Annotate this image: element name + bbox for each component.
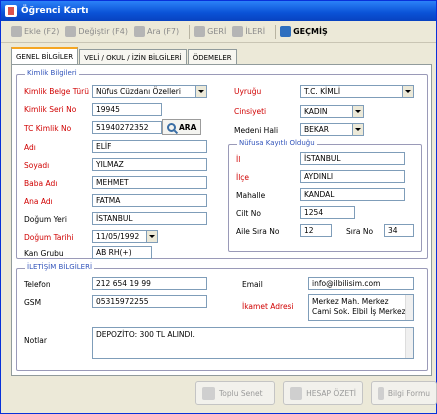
id-serial-label: Kimlik Seri No bbox=[24, 105, 77, 114]
arrow-right-icon bbox=[232, 26, 244, 37]
id-serial-field[interactable]: 19945 bbox=[92, 103, 162, 116]
gsm-field[interactable]: 05315972255 bbox=[92, 295, 207, 308]
birth-date-picker[interactable]: 11/05/1992 bbox=[92, 230, 158, 243]
phone-label: Telefon bbox=[24, 280, 51, 289]
search-icon bbox=[134, 26, 145, 37]
edit-button[interactable]: Değiştir (F4) bbox=[65, 26, 128, 37]
blood-type-field[interactable]: AB RH(+) bbox=[92, 246, 152, 259]
tab-parent-school-leave[interactable]: VELİ / OKUL / İZİN BİLGİLERİ bbox=[79, 49, 187, 65]
district-label: İlçe bbox=[236, 173, 250, 182]
document-icon bbox=[202, 386, 215, 400]
last-name-field[interactable]: YILMAZ bbox=[92, 158, 207, 171]
address-label: İkamet Adresi bbox=[242, 302, 294, 311]
district-field[interactable]: AYDINLI bbox=[300, 170, 405, 183]
mother-name-field[interactable]: FATMA bbox=[92, 194, 207, 207]
birth-place-label: Doğum Yeri bbox=[24, 215, 67, 224]
neighborhood-label: Mahalle bbox=[236, 191, 266, 200]
history-button[interactable]: GEÇMİŞ bbox=[280, 26, 328, 37]
report-icon bbox=[290, 386, 303, 400]
app-icon bbox=[5, 5, 17, 17]
search-button[interactable]: Ara (F7) bbox=[134, 26, 179, 37]
tab-general[interactable]: GENEL BİLGİLER bbox=[11, 47, 79, 65]
email-label: Email bbox=[242, 280, 263, 289]
tab-payments[interactable]: ÖDEMELER bbox=[187, 49, 237, 65]
family-no-label: Aile Sıra No bbox=[236, 227, 280, 236]
birth-date-label: Doğum Tarihi bbox=[24, 233, 74, 242]
province-label: İl bbox=[236, 155, 241, 164]
nationality-label: Uyruğu bbox=[234, 87, 262, 96]
history-icon bbox=[280, 26, 292, 37]
general-panel: Kimlik Bilgileri Kimlik Belge Türü Nüfus… bbox=[11, 64, 432, 376]
edit-icon bbox=[65, 26, 77, 37]
father-name-label: Baba Adı bbox=[24, 179, 58, 188]
toolbar-separator bbox=[189, 24, 191, 39]
add-button[interactable]: Ekle (F2) bbox=[11, 26, 59, 37]
identity-group-title: Kimlik Bilgileri bbox=[25, 69, 79, 77]
bulk-promissory-button[interactable]: Toplu Senet bbox=[195, 381, 275, 405]
chevron-down-icon[interactable] bbox=[352, 124, 363, 135]
mother-name-label: Ana Adı bbox=[24, 197, 53, 206]
title-bar: Öğrenci Kartı bbox=[1, 1, 436, 21]
gender-label: Cinsiyeti bbox=[234, 107, 267, 116]
contact-group-title: İLETİŞİM BİLGİLERİ bbox=[25, 263, 95, 271]
neighborhood-field[interactable]: KANDAL bbox=[300, 188, 405, 201]
family-no-field[interactable]: 12 bbox=[300, 224, 332, 237]
id-doc-type-select[interactable]: Nüfus Cüzdanı Özelleri bbox=[92, 85, 207, 98]
first-name-label: Adı bbox=[24, 143, 36, 152]
address-field[interactable]: Merkez Mah. Merkez Cami Sok. Elbil İş Me… bbox=[308, 294, 414, 321]
account-summary-button[interactable]: HESAP ÖZETİ bbox=[283, 381, 363, 405]
chevron-down-icon[interactable] bbox=[402, 86, 413, 97]
student-card-window: Öğrenci Kartı Ekle (F2) Değiştir (F4) Ar… bbox=[0, 0, 437, 414]
add-icon bbox=[11, 26, 22, 37]
volume-no-label: Cilt No bbox=[236, 209, 261, 218]
window-title: Öğrenci Kartı bbox=[21, 6, 89, 16]
address-scrollbar[interactable] bbox=[405, 295, 413, 320]
gsm-label: GSM bbox=[24, 298, 42, 307]
notes-scrollbar[interactable] bbox=[405, 328, 413, 358]
registry-group-title: Nüfusa Kayıtlı Olduğu bbox=[237, 139, 317, 147]
tc-id-label: TC Kimlik No bbox=[24, 124, 72, 133]
back-button[interactable]: GERİ bbox=[194, 26, 226, 37]
tab-strip: GENEL BİLGİLER VELİ / OKUL / İZİN BİLGİL… bbox=[11, 47, 238, 65]
tc-id-field[interactable]: 51940272352 bbox=[92, 121, 162, 134]
phone-field[interactable]: 212 654 19 99 bbox=[92, 277, 207, 290]
marital-status-label: Medeni Hali bbox=[234, 126, 279, 135]
toolbar-separator bbox=[275, 24, 277, 39]
form-icon bbox=[378, 386, 384, 400]
id-doc-type-label: Kimlik Belge Türü bbox=[24, 87, 89, 96]
calendar-dropdown-icon[interactable] bbox=[146, 231, 157, 242]
first-name-field[interactable]: ELİF bbox=[92, 140, 207, 153]
birth-place-field[interactable]: İSTANBUL bbox=[92, 212, 207, 225]
tc-search-button[interactable]: ARA bbox=[162, 119, 202, 135]
email-field[interactable]: info@ilbilisim.com bbox=[308, 277, 414, 290]
row-no-field[interactable]: 34 bbox=[384, 224, 414, 237]
nationality-select[interactable]: T.C. KİMLİ bbox=[300, 85, 414, 98]
province-field[interactable]: İSTANBUL bbox=[300, 152, 405, 165]
notes-field[interactable]: DEPOZİTO: 300 TL ALINDI. bbox=[92, 327, 414, 359]
chevron-down-icon[interactable] bbox=[195, 86, 206, 97]
row-no-label: Sıra No bbox=[346, 227, 374, 236]
marital-status-select[interactable]: BEKAR bbox=[300, 123, 364, 136]
blood-type-label: Kan Grubu bbox=[24, 249, 64, 258]
magnifier-icon bbox=[167, 122, 176, 132]
info-form-button[interactable]: Bilgi Formu bbox=[371, 381, 437, 405]
arrow-left-icon bbox=[194, 26, 206, 37]
volume-no-field[interactable]: 1254 bbox=[300, 206, 355, 219]
toolbar: Ekle (F2) Değiştir (F4) Ara (F7) GERİ İL… bbox=[1, 21, 436, 43]
gender-select[interactable]: KADIN bbox=[300, 105, 364, 118]
father-name-field[interactable]: MEHMET bbox=[92, 176, 207, 189]
forward-button[interactable]: İLERİ bbox=[232, 26, 265, 37]
last-name-label: Soyadı bbox=[24, 161, 50, 170]
chevron-down-icon[interactable] bbox=[352, 106, 363, 117]
notes-label: Notlar bbox=[24, 336, 47, 345]
